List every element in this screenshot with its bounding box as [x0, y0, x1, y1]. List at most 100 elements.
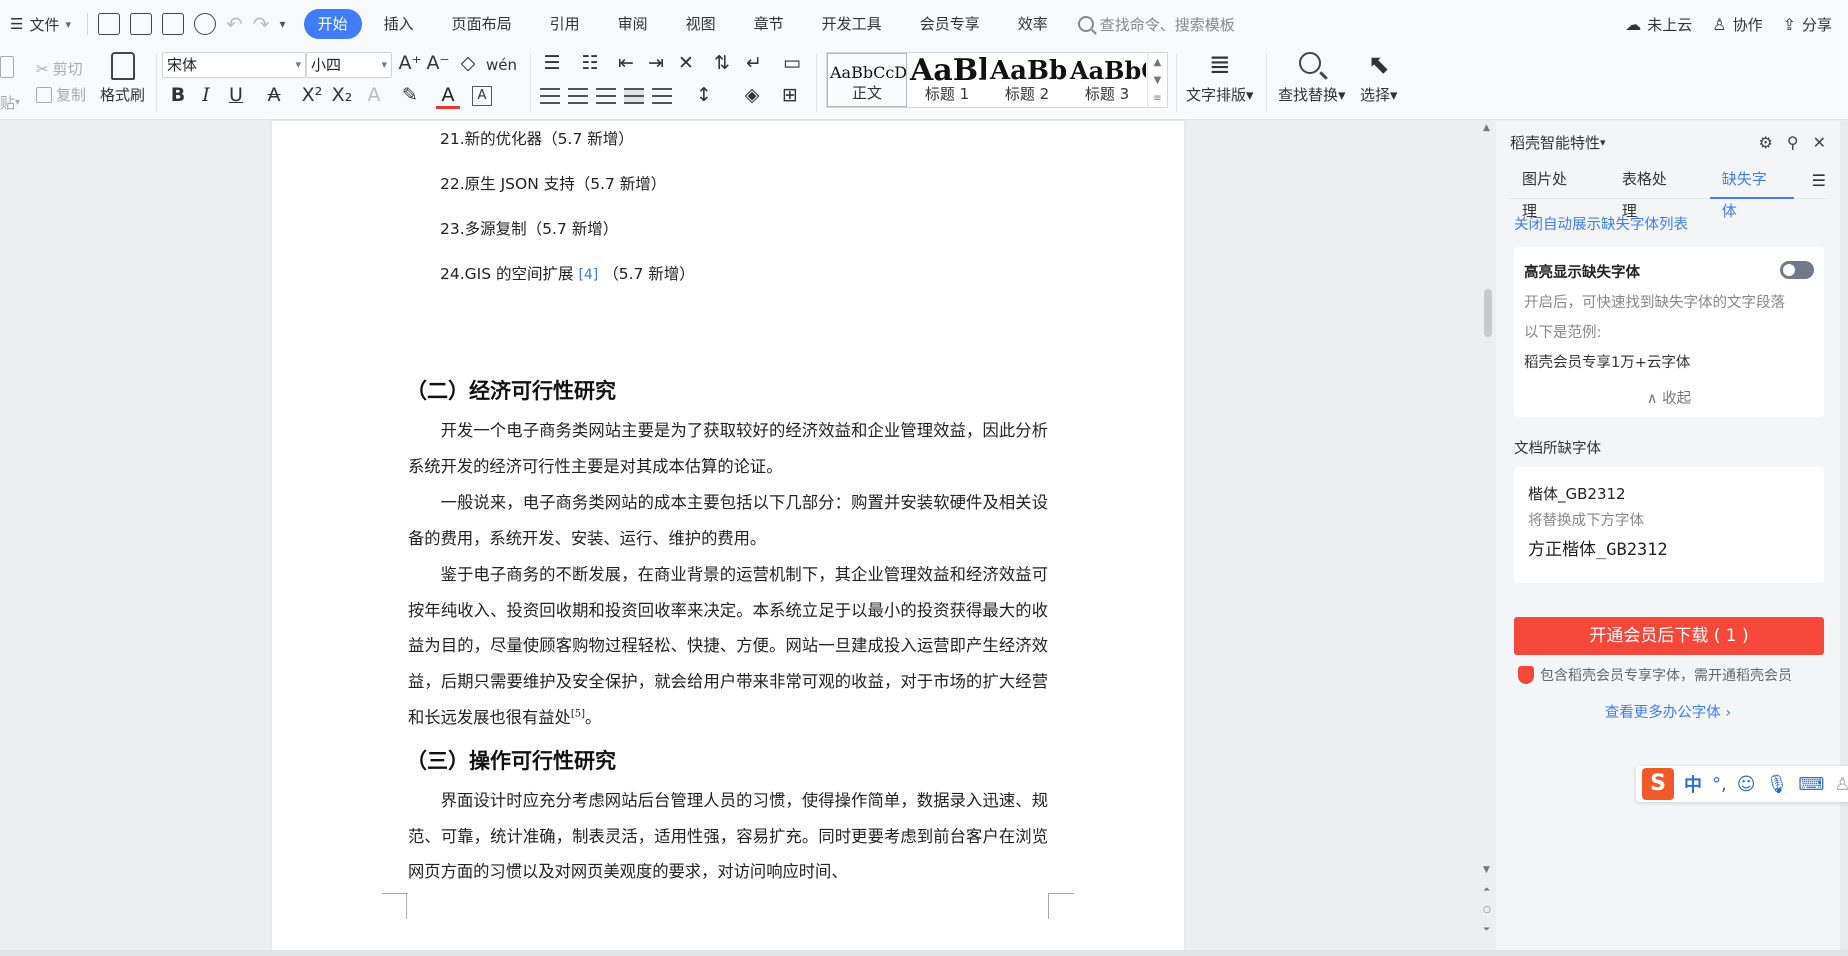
numbered-list-icon[interactable]: ☷	[578, 52, 602, 74]
show-marks-icon[interactable]: ↵	[742, 52, 766, 74]
sort-icon[interactable]: ⇅	[710, 52, 734, 74]
auto-show-link[interactable]: 关闭自动展示缺失字体列表	[1514, 213, 1688, 234]
share-button[interactable]: ⇪ 分享	[1783, 14, 1832, 35]
redo-icon[interactable]: ↷	[253, 13, 270, 35]
clear-format-icon[interactable]: ◇	[456, 52, 480, 74]
tab-section[interactable]: 章节	[738, 9, 800, 39]
document-scrollbar[interactable]: ▲ ▼ ⏶ ○ ⏷	[1480, 121, 1496, 951]
tab-missing-fonts[interactable]: 缺失字体	[1709, 163, 1794, 220]
document-page[interactable]: 21.新的优化器（5.7 新增） 22.原生 JSON 支持（5.7 新增） 2…	[272, 121, 1184, 951]
font-name-select[interactable]: 宋体	[162, 52, 306, 78]
customize-toolbar-icon[interactable]: ▾	[280, 17, 286, 31]
tab-image-processing[interactable]: 图片处理	[1510, 163, 1582, 220]
tab-table-processing[interactable]: 表格处理	[1610, 163, 1682, 220]
file-menu[interactable]: ☰ 文件 ▾	[2, 8, 79, 40]
ime-punct[interactable]: °,	[1712, 774, 1727, 795]
undo-icon[interactable]: ↶	[226, 13, 243, 35]
align-center-icon[interactable]	[568, 88, 588, 104]
tab-member[interactable]: 会员专享	[904, 9, 996, 39]
scroll-down-icon[interactable]: ▼	[1483, 865, 1490, 875]
cut-button[interactable]: ✂ 剪切	[36, 58, 83, 79]
style-heading-1[interactable]: AaBl 标题 1	[907, 53, 987, 107]
highlight-toggle[interactable]	[1780, 261, 1814, 279]
panel-title[interactable]: 稻壳智能特性	[1510, 132, 1600, 153]
style-gallery-scroller[interactable]: ▲ ▼ ≡	[1147, 53, 1167, 107]
align-justify-icon[interactable]	[624, 88, 644, 104]
more-fonts-link[interactable]: 查看更多办公字体 ›	[1496, 701, 1840, 722]
bold-icon[interactable]: B	[166, 84, 190, 106]
next-page-icon[interactable]: ⏷	[1483, 925, 1490, 935]
shading-icon[interactable]: ◈	[740, 84, 764, 106]
superscript-icon[interactable]: X²	[300, 84, 324, 106]
citation-ref[interactable]: [5]	[571, 708, 585, 719]
pin-icon[interactable]: ⚲	[1787, 133, 1799, 152]
prev-page-icon[interactable]: ⏶	[1483, 885, 1490, 895]
italic-icon[interactable]: I	[194, 84, 218, 106]
citation-link[interactable]: [4]	[578, 267, 598, 283]
expand-icon[interactable]: ≡	[1153, 93, 1161, 104]
style-heading-3[interactable]: AaBbC 标题 3	[1067, 53, 1147, 107]
phonetic-icon[interactable]: wén	[486, 56, 517, 74]
format-painter-button[interactable]: 格式刷	[100, 52, 145, 105]
tab-home[interactable]: 开始	[303, 9, 362, 39]
paste-icon[interactable]	[0, 56, 18, 78]
microphone-icon[interactable]: 🎙	[1766, 774, 1789, 795]
scrollbar-thumb[interactable]	[1484, 289, 1492, 337]
chevron-down-icon[interactable]: ▼	[1154, 75, 1162, 86]
print-preview-icon[interactable]	[194, 13, 216, 35]
ruler-icon[interactable]: ▭	[780, 52, 804, 74]
keyboard-icon[interactable]: ⌨	[1798, 774, 1824, 795]
print-icon[interactable]	[162, 13, 184, 35]
browse-object-icon[interactable]: ○	[1483, 905, 1491, 915]
text-effect-icon[interactable]: A	[362, 84, 386, 106]
tab-references[interactable]: 引用	[534, 9, 596, 39]
ime-mode[interactable]: 中	[1684, 771, 1702, 797]
menu-icon[interactable]: ☰	[1812, 171, 1826, 190]
missing-font-card[interactable]: 楷体_GB2312 将替换成下方字体 方正楷体_GB2312	[1514, 467, 1824, 583]
sogou-logo-icon[interactable]: S	[1642, 768, 1674, 800]
subscript-icon[interactable]: X₂	[330, 84, 354, 106]
align-right-icon[interactable]	[596, 88, 616, 104]
paste-button[interactable]: 贴 ▾	[0, 92, 20, 113]
font-color-icon[interactable]: A	[436, 84, 460, 109]
chevron-up-icon[interactable]: ▲	[1154, 57, 1162, 68]
style-normal[interactable]: AaBbCcDd 正文	[827, 53, 907, 107]
decrease-indent-icon[interactable]: ⇤	[614, 52, 638, 74]
command-search[interactable]: 查找命令、搜索模板	[1077, 14, 1235, 35]
bullet-list-icon[interactable]: ☰	[540, 52, 564, 74]
style-heading-2[interactable]: AaBb( 标题 2	[987, 53, 1067, 107]
increase-indent-icon[interactable]: ⇥	[644, 52, 668, 74]
tab-review[interactable]: 审阅	[602, 9, 664, 39]
line-spacing-icon[interactable]: ↕	[692, 84, 716, 106]
strikethrough-icon[interactable]: A	[262, 84, 286, 106]
distributed-align-icon[interactable]	[652, 88, 672, 104]
font-size-select[interactable]: 小四	[306, 52, 392, 78]
text-layout-button[interactable]: ≣ 文字排版▾	[1186, 50, 1254, 105]
tab-insert[interactable]: 插入	[368, 9, 430, 39]
export-pdf-icon[interactable]	[130, 13, 152, 35]
char-border-icon[interactable]: A	[472, 86, 492, 106]
tab-page-layout[interactable]: 页面布局	[436, 9, 528, 39]
align-left-icon[interactable]	[540, 88, 560, 104]
copy-button[interactable]: 复制	[36, 84, 86, 105]
download-button[interactable]: 开通会员后下载 ( 1 )	[1514, 617, 1824, 655]
collapse-button[interactable]: ∧ 收起	[1514, 387, 1824, 408]
cloud-status-button[interactable]: ☁ 未上云	[1625, 14, 1692, 35]
grow-font-icon[interactable]: A⁺	[398, 52, 422, 74]
highlight-icon[interactable]: ✎	[398, 84, 422, 106]
ime-toolbar[interactable]: S 中 °, ☺ 🎙 ⌨ ♙	[1636, 766, 1848, 802]
collab-button[interactable]: ♙ 协作	[1712, 14, 1762, 35]
find-replace-button[interactable]: 查找替换▾	[1278, 50, 1346, 105]
emoji-icon[interactable]: ☺	[1737, 774, 1756, 795]
shrink-font-icon[interactable]: A⁻	[426, 52, 450, 74]
borders-icon[interactable]: ⊞	[778, 84, 802, 106]
underline-icon[interactable]: U	[224, 84, 248, 106]
tab-efficiency[interactable]: 效率	[1002, 9, 1064, 39]
select-button[interactable]: ⬉ 选择▾	[1360, 50, 1398, 105]
gear-icon[interactable]: ⚙	[1759, 133, 1773, 152]
chinese-layout-icon[interactable]: ✕	[674, 52, 698, 74]
tab-view[interactable]: 视图	[670, 9, 732, 39]
scroll-up-icon[interactable]: ▲	[1483, 123, 1490, 133]
tab-developer[interactable]: 开发工具	[806, 9, 898, 39]
save-icon[interactable]	[98, 13, 120, 35]
